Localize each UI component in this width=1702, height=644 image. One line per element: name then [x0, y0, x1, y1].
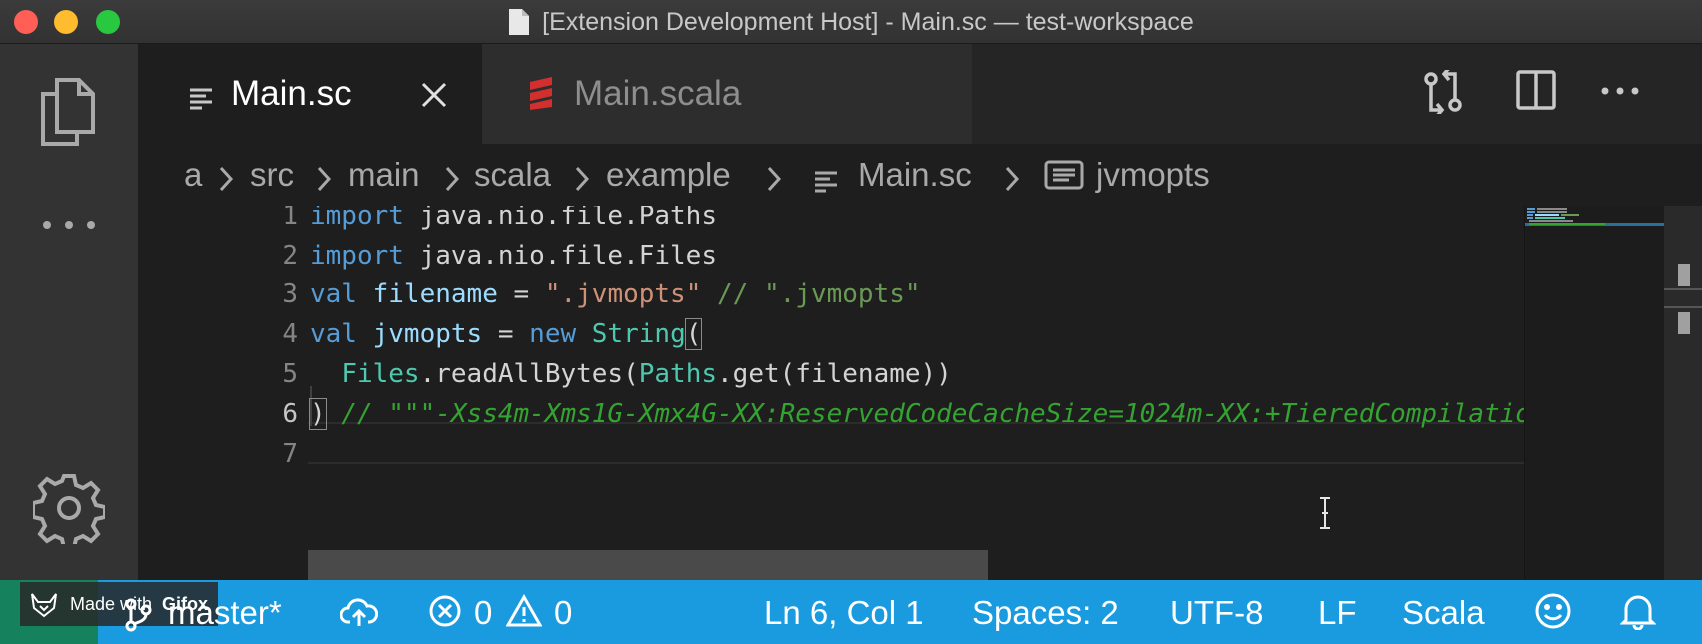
chevron-right-icon — [766, 162, 782, 200]
line-number: 6 — [282, 399, 298, 429]
breadcrumb-item[interactable]: Main.sc — [858, 156, 972, 194]
tab-main-scala[interactable]: Main.scala — [482, 44, 972, 144]
gifox-logo-icon — [31, 593, 57, 618]
breadcrumb-item[interactable]: jvmopts — [1096, 156, 1210, 194]
end-of-line[interactable]: LF — [1318, 594, 1357, 632]
status-bar: Made with Gifox master* 0 0 Ln 6, Col 1 … — [0, 580, 1702, 644]
minimap[interactable] — [1524, 206, 1665, 580]
code-line: val jvmopts = new String( — [310, 318, 703, 350]
text-file-icon — [188, 81, 214, 121]
line-number: 3 — [282, 279, 298, 309]
cloud-upload-icon[interactable] — [339, 596, 379, 636]
text-file-icon — [814, 164, 838, 202]
split-editor-button[interactable] — [1516, 44, 1556, 144]
chevron-right-icon — [1004, 162, 1020, 200]
window-title: [Extension Development Host] - Main.sc —… — [542, 7, 1194, 36]
tab-label: Main.scala — [574, 74, 742, 113]
breadcrumb-item[interactable]: main — [348, 156, 420, 194]
breadcrumb-item[interactable]: scala — [474, 156, 551, 194]
branch-name[interactable]: master* — [168, 594, 282, 632]
cursor-position[interactable]: Ln 6, Col 1 — [764, 594, 924, 632]
horizontal-scrollbar[interactable] — [308, 550, 988, 580]
code-line: ) // """-Xss4m-Xms1G-Xmx4G-XX:ReservedCo… — [309, 398, 1547, 430]
chevron-right-icon — [316, 162, 332, 200]
tab-label: Main.sc — [231, 74, 352, 113]
document-icon — [508, 8, 530, 36]
code-line: import java.nio.file.Files — [310, 241, 717, 271]
tab-main-sc[interactable]: Main.sc — [138, 44, 482, 144]
tab-bar: Main.sc Main.scala — [138, 44, 1702, 144]
error-icon[interactable] — [428, 594, 462, 636]
open-changes-button[interactable] — [1422, 44, 1464, 144]
window-title-area: [Extension Development Host] - Main.sc —… — [0, 0, 1702, 44]
breadcrumb-item[interactable]: a — [184, 156, 202, 194]
gear-icon[interactable] — [0, 472, 138, 544]
line-number: 4 — [282, 319, 298, 349]
more-views-icon[interactable] — [0, 218, 138, 232]
warning-count[interactable]: 0 — [554, 594, 572, 632]
code-line: import java.nio.file.Paths — [310, 206, 717, 231]
error-count[interactable]: 0 — [474, 594, 492, 632]
chevron-right-icon — [444, 162, 460, 200]
line-number: 7 — [282, 439, 298, 469]
chevron-right-icon — [574, 162, 590, 200]
activity-bar — [0, 44, 138, 580]
vertical-scrollbar[interactable] — [1664, 206, 1702, 580]
chevron-right-icon — [218, 162, 234, 200]
close-icon[interactable] — [420, 78, 448, 118]
breadcrumb-item[interactable]: src — [250, 156, 294, 194]
text-cursor-icon — [1318, 496, 1332, 537]
more-actions-button[interactable] — [1600, 44, 1640, 144]
language-mode[interactable]: Scala — [1402, 594, 1485, 632]
title-bar: [Extension Development Host] - Main.sc —… — [0, 0, 1702, 44]
notifications-bell-icon[interactable] — [1619, 592, 1657, 638]
code-line: Files.readAllBytes(Paths.get(filename)) — [341, 359, 952, 389]
breadcrumb-item[interactable]: example — [606, 156, 731, 194]
code-line: val filename = ".jvmopts" // ".jvmopts" — [310, 279, 921, 309]
breadcrumb: a src main scala example Main.sc jvmopts — [138, 144, 1702, 206]
warning-icon[interactable] — [505, 593, 543, 636]
line-number: 5 — [282, 359, 298, 389]
explorer-icon[interactable] — [0, 76, 138, 148]
branch-icon — [124, 598, 152, 640]
line-number: 1 — [282, 206, 298, 231]
scala-icon — [528, 76, 554, 119]
feedback-smiley-icon[interactable] — [1534, 592, 1572, 638]
line-number: 2 — [282, 241, 298, 271]
indentation-setting[interactable]: Spaces: 2 — [972, 594, 1119, 632]
symbol-string-icon — [1044, 160, 1084, 198]
file-encoding[interactable]: UTF-8 — [1170, 594, 1264, 632]
code-editor[interactable]: 1 2 3 4 5 6 7 import java.nio.file.Paths… — [138, 206, 1702, 580]
